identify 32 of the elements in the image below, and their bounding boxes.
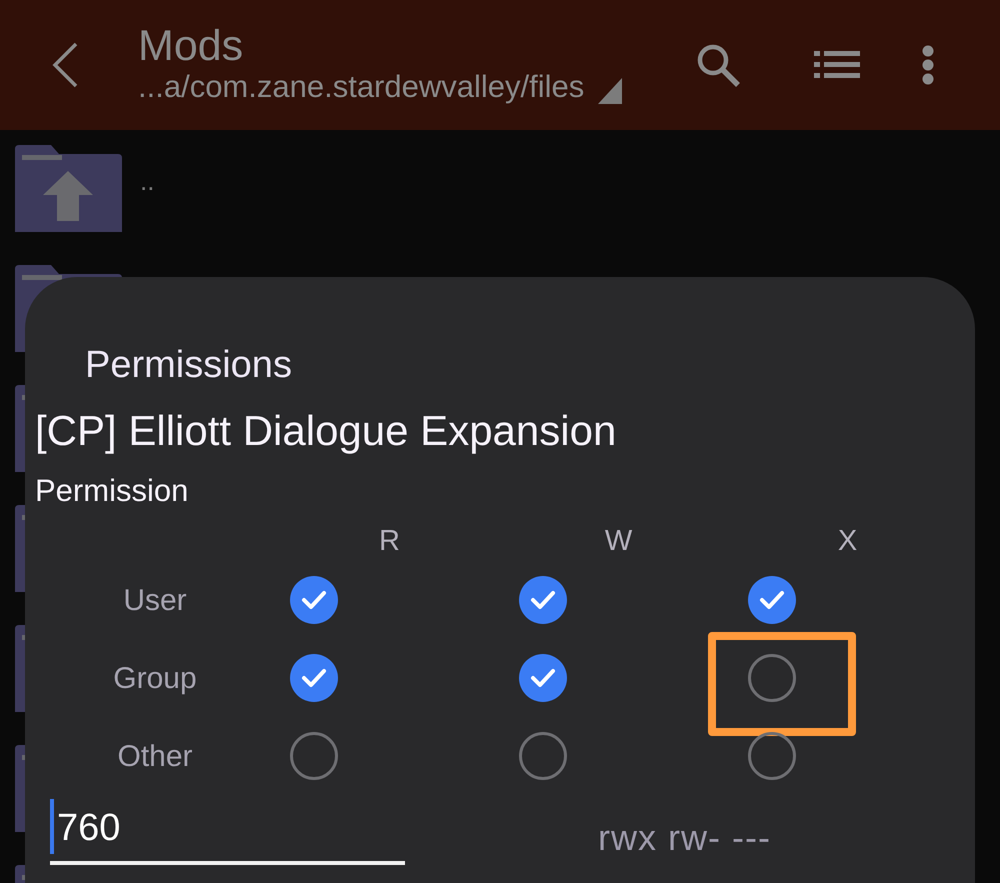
checked-checkbox[interactable] — [519, 654, 567, 702]
back-chevron-icon — [50, 41, 80, 89]
symbolic-permissions: rwx rw- --- — [598, 816, 771, 860]
unchecked-checkbox[interactable] — [748, 654, 796, 702]
column-header: W — [604, 525, 632, 557]
row-label: User — [123, 582, 187, 618]
unchecked-checkbox[interactable] — [748, 732, 796, 780]
folder-up-arrow-icon[interactable] — [15, 145, 122, 232]
list-icon — [814, 51, 860, 79]
section-label: Permission — [35, 473, 188, 509]
search-button[interactable] — [696, 43, 740, 87]
column-header: X — [838, 525, 858, 557]
list-view-button[interactable] — [814, 51, 860, 79]
checked-checkbox[interactable] — [290, 654, 338, 702]
row-label: Other — [117, 738, 193, 774]
folder-title: Mods — [138, 22, 244, 70]
dropdown-triangle-icon[interactable] — [598, 78, 622, 104]
more-button[interactable] — [922, 45, 934, 85]
dialog-title: Permissions — [85, 343, 292, 387]
checked-checkbox[interactable] — [290, 576, 338, 624]
unchecked-checkbox[interactable] — [519, 732, 567, 780]
back-button[interactable] — [50, 41, 80, 89]
row-label: Group — [113, 660, 197, 696]
folder-path[interactable]: ...a/com.zane.stardewvalley/files — [138, 70, 584, 104]
search-icon — [696, 43, 740, 87]
file-name-label[interactable]: .. — [140, 167, 154, 195]
unchecked-checkbox[interactable] — [290, 732, 338, 780]
file-name: [CP] Elliott Dialogue Expansion — [35, 407, 616, 455]
checked-checkbox[interactable] — [748, 576, 796, 624]
checked-checkbox[interactable] — [519, 576, 567, 624]
column-header: R — [379, 525, 400, 557]
more-vertical-icon — [922, 45, 934, 85]
